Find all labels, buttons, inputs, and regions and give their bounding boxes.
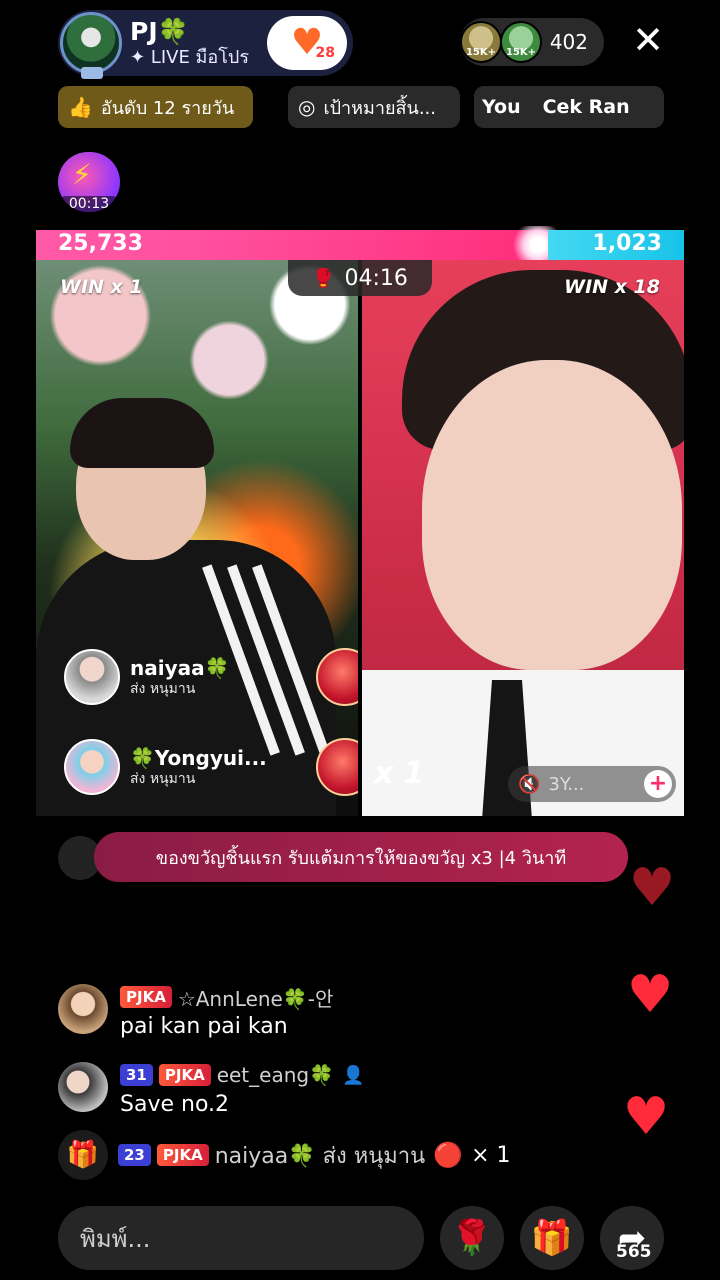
fan-badge: PJKA [156, 1144, 209, 1166]
boxing-glove-icon: 🥊 [312, 267, 335, 289]
boost-timer: 00:13 [58, 196, 120, 212]
first-gift-banner[interactable]: ของขวัญชิ้นแรก รับแต้มการให้ของขวัญ x3 |… [94, 832, 628, 882]
avatar [64, 739, 120, 795]
opponent-label: 3Y... [548, 773, 585, 795]
boost-timer-badge[interactable]: ⚡ 00:13 [58, 152, 120, 212]
chat-text: pai kan pai kan [120, 1014, 288, 1039]
gift-text: naiyaa🍀 ส่ง หนุมาน [214, 1143, 426, 1169]
bolt-icon: ⚡ [72, 158, 92, 191]
viewer-avatar[interactable]: 15K+ [460, 21, 502, 63]
right-stream[interactable]: WIN x 18 x 1 🔇 3Y... + [362, 260, 684, 816]
scroll-text-2: Cek Ran [542, 96, 630, 118]
heart-icon: ♥ [626, 965, 674, 1025]
heart-icon: ♥ 28 [290, 22, 335, 63]
hanuman-gift-icon: 🔴 [433, 1141, 464, 1169]
daily-rank-chip[interactable]: 👍 อันดับ 12 รายวัน [58, 86, 253, 128]
right-multiplier: x 1 [374, 756, 425, 791]
left-host-hair [70, 398, 214, 468]
gift-message[interactable]: 🎁 23 PJKA naiyaa🍀 ส่ง หนุมาน 🔴 × 1 [58, 1130, 511, 1180]
viewer-count: 402 [549, 30, 588, 54]
close-icon[interactable]: ✕ [628, 20, 668, 60]
fan-badge: PJKA [120, 986, 172, 1008]
left-score: 25,733 [58, 231, 143, 256]
hanuman-gift-icon [316, 648, 358, 706]
gift-count: × 1 [471, 1142, 511, 1168]
mute-icon: 🔇 [518, 773, 541, 795]
host-name: PJ🍀 [130, 17, 189, 47]
chat-message[interactable]: 31 PJKA eet_eang🍀 👤 Save no.2 [58, 1062, 364, 1117]
battle-timer: 🥊 04:16 [288, 260, 432, 296]
host-subtitle: ✦ LIVE มือโปร [130, 46, 249, 68]
battle-view: WIN x 1 naiyaa🍀 ส่ง หนุมาน 🍀Yongyui... ส… [36, 260, 684, 816]
gift-button[interactable]: 🎁 [520, 1206, 584, 1270]
left-win-count: WIN x 1 [60, 276, 143, 298]
host-avatar[interactable] [60, 12, 122, 79]
chat-username[interactable]: ☆AnnLene🍀-안 [178, 983, 334, 1012]
gift-box-icon: 🎁 [58, 1130, 108, 1180]
goal-label: เป้าหมายสิ้น... [323, 97, 436, 119]
host-info-pill[interactable]: PJ🍀 ✦ LIVE มือโปร ♥ 28 [58, 10, 353, 79]
hanuman-gift-icon [316, 738, 358, 796]
rank-label: อันดับ 12 รายวัน [100, 97, 235, 119]
left-score-fill: 25,733 [36, 226, 568, 264]
avatar[interactable] [58, 1062, 108, 1112]
right-score: 1,023 [592, 231, 662, 256]
supporter-name: 🍀Yongyui... [130, 745, 267, 770]
level-badge: 23 [118, 1144, 151, 1166]
left-stream[interactable]: WIN x 1 naiyaa🍀 ส่ง หนุมาน 🍀Yongyui... ส… [36, 260, 358, 816]
right-host-face [422, 360, 682, 670]
gift-icon: 🎁 [530, 1218, 574, 1258]
comment-input[interactable]: พิมพ์... [58, 1206, 424, 1270]
supporter-gift: ส่ง หนุมาน [130, 770, 196, 787]
mute-opponent-chip[interactable]: 🔇 3Y... + [508, 766, 676, 802]
supporter-name: naiyaa🍀 [130, 655, 230, 680]
share-count: 565 [616, 1242, 652, 1262]
heart-icon: ♥ [628, 858, 676, 918]
battle-timer-value: 04:16 [344, 265, 408, 291]
follow-button[interactable]: ♥ 28 [267, 16, 347, 70]
right-score-fill: 1,023 [548, 230, 684, 260]
right-win-count: WIN x 18 [564, 276, 660, 298]
scrolling-info-chip[interactable]: You Cek Ran [474, 86, 664, 128]
chat-message[interactable]: PJKA ☆AnnLene🍀-안 pai kan pai kan [58, 984, 333, 1039]
fan-badge: PJKA [158, 1064, 211, 1086]
top-supporter-2[interactable]: 🍀Yongyui... ส่ง หนุมาน [64, 732, 358, 802]
target-icon: ◎ [298, 95, 316, 119]
rose-icon: 🌹 [450, 1218, 494, 1258]
goal-chip[interactable]: ◎ เป้าหมายสิ้น... [288, 86, 460, 128]
scroll-text-1: You [482, 96, 521, 118]
level-badge: 31 [120, 1064, 153, 1086]
viewer-list[interactable]: 15K+ 15K+ 402 [460, 18, 604, 66]
rose-gift-button[interactable]: 🌹 [440, 1206, 504, 1270]
chat-text: Save no.2 [120, 1092, 230, 1117]
supporter-gift: ส่ง หนุมาน [130, 680, 196, 697]
top-supporter-1[interactable]: naiyaa🍀 ส่ง หนุมาน [64, 642, 358, 712]
profile-icon: 👤 [341, 1064, 365, 1086]
chat-username[interactable]: eet_eang🍀 [217, 1063, 334, 1087]
viewer-avatar[interactable]: 15K+ [500, 21, 542, 63]
avatar[interactable] [58, 984, 108, 1034]
avatar [64, 649, 120, 705]
thumbs-up-icon: 👍 [68, 95, 93, 119]
battle-score-bar: 25,733 1,023 [36, 226, 684, 264]
heart-icon: ♥ [622, 1087, 670, 1147]
follow-count: 28 [315, 45, 335, 61]
plus-icon[interactable]: + [644, 770, 672, 798]
